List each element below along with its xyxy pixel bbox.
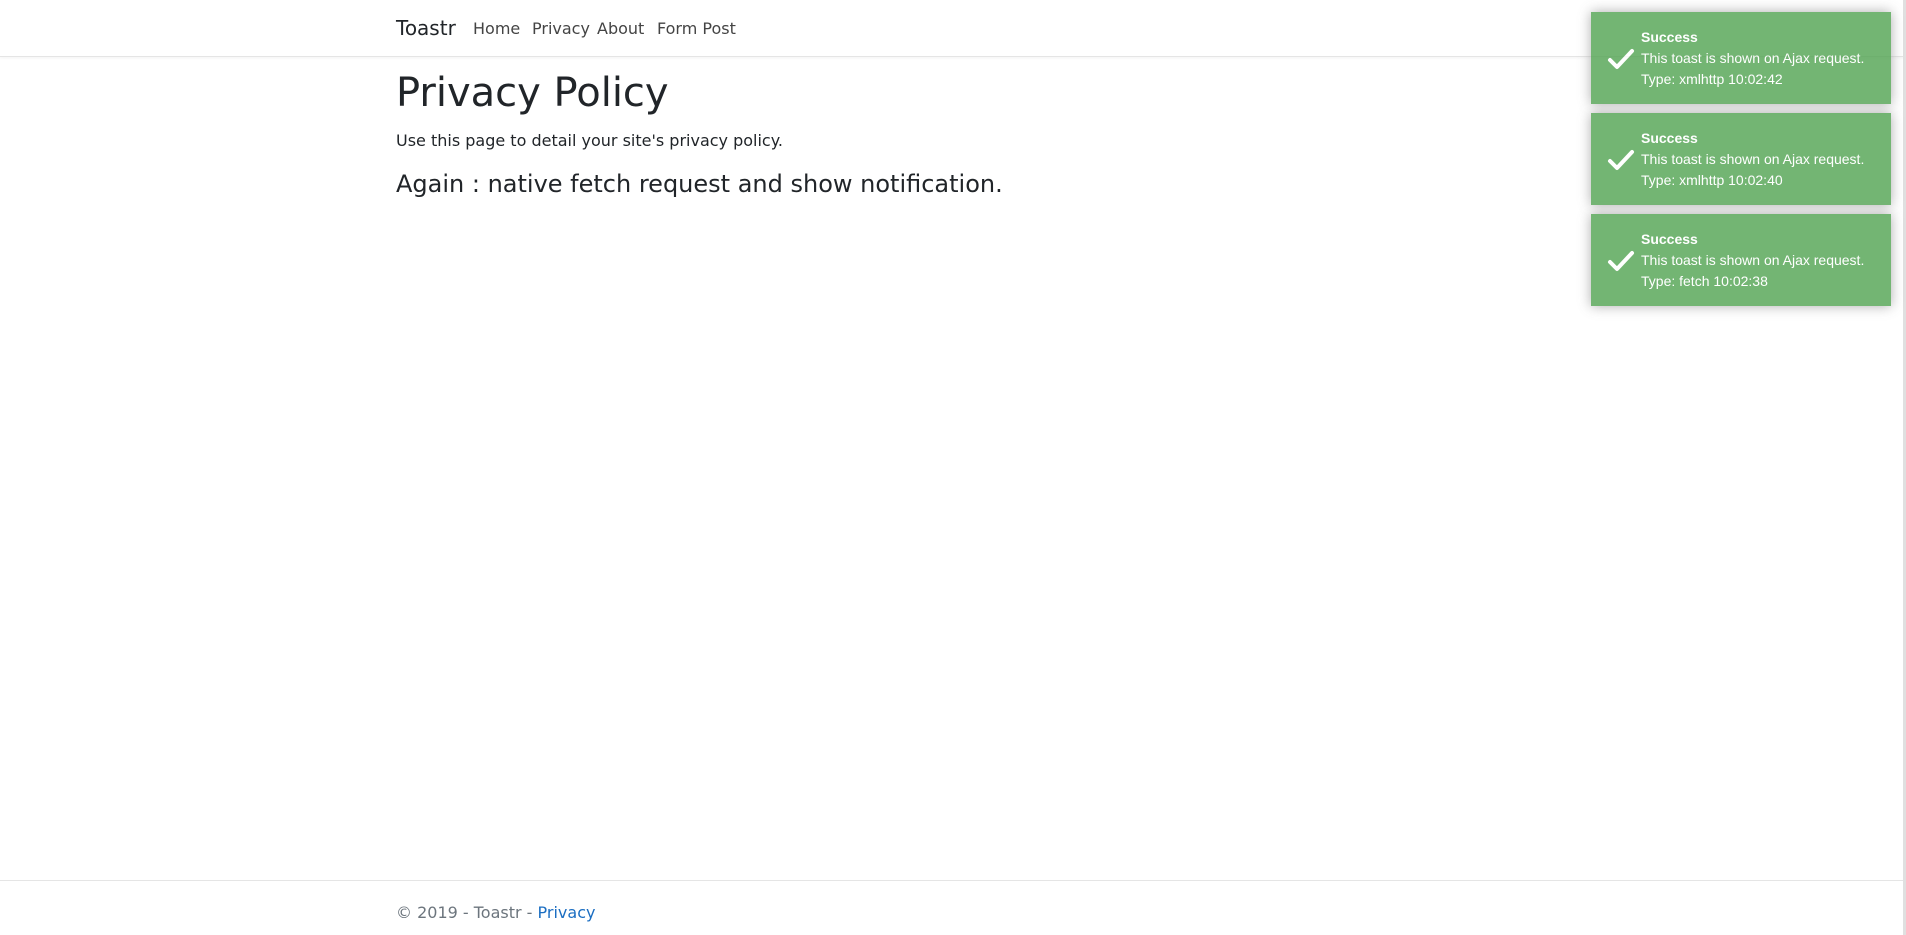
checkmark-icon (1608, 49, 1634, 69)
footer-copyright: © 2019 - Toastr - (396, 903, 538, 922)
brand-link[interactable]: Toastr (396, 16, 456, 40)
page-title: Privacy Policy (396, 70, 669, 116)
toast-container: Success This toast is shown on Ajax requ… (1591, 12, 1891, 315)
toast-title: Success (1641, 231, 1698, 247)
toast[interactable]: Success This toast is shown on Ajax requ… (1591, 12, 1891, 104)
footer: © 2019 - Toastr - Privacy (0, 880, 1906, 935)
checkmark-icon (1608, 251, 1634, 271)
page: Toastr Home Privacy About Form Post Priv… (0, 0, 1906, 935)
toast-detail: Type: xmlhttp 10:02:40 (1641, 172, 1783, 188)
footer-text: © 2019 - Toastr - Privacy (396, 903, 595, 922)
nav-link-home[interactable]: Home (473, 19, 520, 38)
footer-privacy-link[interactable]: Privacy (538, 903, 596, 922)
toast-title: Success (1641, 29, 1698, 45)
page-subheading: Again : native fetch request and show no… (396, 170, 1003, 198)
toast[interactable]: Success This toast is shown on Ajax requ… (1591, 113, 1891, 205)
toast-title: Success (1641, 130, 1698, 146)
nav-link-form-post[interactable]: Form Post (657, 19, 736, 38)
toast-detail: Type: xmlhttp 10:02:42 (1641, 71, 1783, 87)
toast[interactable]: Success This toast is shown on Ajax requ… (1591, 214, 1891, 306)
toast-detail: Type: fetch 10:02:38 (1641, 273, 1768, 289)
page-description: Use this page to detail your site's priv… (396, 131, 783, 150)
toast-message: This toast is shown on Ajax request. (1641, 151, 1865, 167)
toast-message: This toast is shown on Ajax request. (1641, 50, 1865, 66)
nav-link-privacy[interactable]: Privacy (532, 19, 590, 38)
nav-link-about[interactable]: About (597, 19, 644, 38)
toast-message: This toast is shown on Ajax request. (1641, 252, 1865, 268)
checkmark-icon (1608, 150, 1634, 170)
